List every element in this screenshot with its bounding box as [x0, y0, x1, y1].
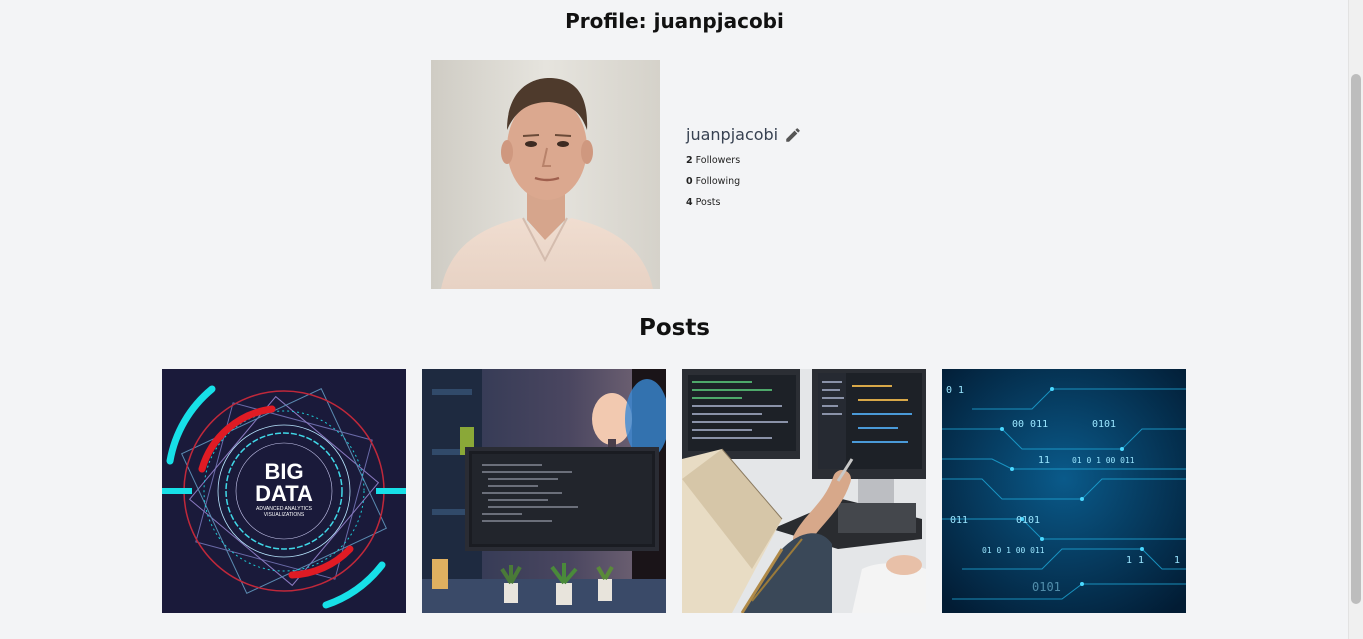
binary-circuit-image: 00 011 0101 11 01 0 1 00 011 011 0101 1 … [942, 369, 1186, 613]
page-scrollbar[interactable] [1348, 0, 1363, 639]
post-thumbnail-monitors-notebook[interactable] [682, 369, 926, 613]
monitors-notebook-image [682, 369, 926, 613]
profile-info: juanpjacobi 2 Followers 0 Following 4 Po… [686, 124, 802, 209]
binary-text-9: 01 0 1 00 011 [982, 546, 1045, 555]
binary-text-5: 011 [950, 515, 968, 526]
posts-count: 4 [686, 197, 693, 208]
posts-stat: 4 Posts [686, 196, 802, 209]
binary-text-8: 0 1 [946, 385, 964, 396]
pencil-edit-icon[interactable] [784, 126, 802, 144]
binary-text-1: 00 011 [1012, 419, 1048, 430]
following-label: Following [695, 176, 741, 187]
followers-count: 2 [686, 155, 693, 166]
binary-text-6: 0101 [1016, 515, 1040, 526]
username-row: juanpjacobi [686, 124, 802, 146]
post-thumbnail-big-data[interactable]: BIG DATA ADVANCED ANALYTICS VISUALIZATIO… [162, 369, 406, 613]
posts-grid: BIG DATA ADVANCED ANALYTICS VISUALIZATIO… [162, 369, 1186, 613]
data-label: DATA [255, 481, 313, 506]
post-thumbnail-binary-circuit[interactable]: 00 011 0101 11 01 0 1 00 011 011 0101 1 … [942, 369, 1186, 613]
binary-text-2: 0101 [1092, 419, 1116, 430]
posts-heading: Posts [638, 315, 711, 341]
laptop-code-image [422, 369, 666, 613]
followers-label: Followers [695, 155, 741, 166]
big-data-image: BIG DATA ADVANCED ANALYTICS VISUALIZATIO… [162, 369, 406, 613]
binary-text-4: 01 0 1 00 011 [1072, 456, 1135, 465]
profile-avatar [431, 60, 660, 289]
avatar-photo [431, 60, 660, 289]
binary-text-3: 11 [1038, 455, 1050, 466]
page-title: Profile: juanpjacobi [565, 9, 784, 33]
profile-username: juanpjacobi [686, 125, 779, 144]
post-thumbnail-laptop-code[interactable] [422, 369, 666, 613]
profile-page: Profile: juanpjacobi juanpjacobi 2 Follo… [0, 0, 1349, 639]
binary-text-10: 0101 [1032, 580, 1061, 594]
scrollbar-thumb[interactable] [1351, 74, 1361, 604]
visualizations-label: VISUALIZATIONS [264, 512, 305, 518]
binary-text-11: 1 [1174, 555, 1180, 566]
followers-stat[interactable]: 2 Followers [686, 154, 802, 167]
binary-text-7: 1 1 [1126, 555, 1144, 566]
following-count: 0 [686, 176, 693, 187]
following-stat[interactable]: 0 Following [686, 175, 802, 188]
posts-label: Posts [695, 197, 721, 208]
